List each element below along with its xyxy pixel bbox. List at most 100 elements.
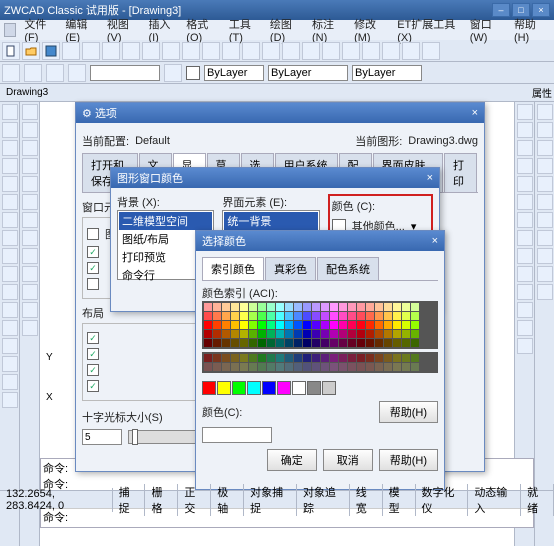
undo-button[interactable] [182,42,200,60]
palette-cell[interactable] [303,330,311,338]
ltb-table[interactable] [2,338,18,354]
color-ltgray[interactable] [322,381,336,395]
palette-cell[interactable] [366,339,374,347]
palette-cell[interactable] [330,363,338,371]
palette-cell[interactable] [321,354,329,362]
palette-cell[interactable] [222,312,230,320]
palette-cell[interactable] [276,312,284,320]
options-dialog-title[interactable]: ⚙ 选项 × [76,103,484,123]
rtb2-c[interactable] [517,140,533,156]
ltb-ray[interactable] [2,392,18,408]
palette-cell[interactable] [321,312,329,320]
palette-cell[interactable] [366,312,374,320]
palette-cell[interactable] [312,339,320,347]
status-lwt[interactable]: 线宽 [350,484,383,516]
palette-cell[interactable] [384,354,392,362]
palette-cell[interactable] [222,303,230,311]
palette-cell[interactable] [276,339,284,347]
palette-cell[interactable] [258,363,266,371]
palette-cell[interactable] [294,312,302,320]
palette-cell[interactable] [348,303,356,311]
palette-cell[interactable] [393,330,401,338]
palette-cell[interactable] [393,303,401,311]
palette-cell[interactable] [321,321,329,329]
tb-f[interactable] [402,42,420,60]
palette-cell[interactable] [294,339,302,347]
color-palette-main[interactable] [202,301,438,349]
palette-cell[interactable] [267,312,275,320]
redo-button[interactable] [202,42,220,60]
palette-cell[interactable] [321,363,329,371]
paste-button[interactable] [142,42,160,60]
palette-cell[interactable] [240,354,248,362]
tb2-b[interactable] [24,64,42,82]
palette-cell[interactable] [213,312,221,320]
rtb2-k[interactable] [517,284,533,300]
palette-cell[interactable] [249,321,257,329]
palette-cell[interactable] [240,312,248,320]
ltb2-j[interactable] [22,266,38,282]
status-otrack[interactable]: 对象追踪 [297,484,350,516]
palette-cell[interactable] [411,339,419,347]
palette-cell[interactable] [312,330,320,338]
ltb-spline[interactable] [2,230,18,246]
ltb-text[interactable] [2,284,18,300]
rtb2-f[interactable] [517,194,533,210]
palette-cell[interactable] [375,330,383,338]
tb-a[interactable] [302,42,320,60]
tb2-a[interactable] [2,64,20,82]
ltb-pline[interactable] [2,122,18,138]
palette-cell[interactable] [321,339,329,347]
palette-cell[interactable] [330,330,338,338]
rtb-c[interactable] [537,140,553,156]
status-polar[interactable]: 极轴 [211,484,244,516]
copy-button[interactable] [122,42,140,60]
palette-cell[interactable] [312,303,320,311]
color-magenta[interactable] [277,381,291,395]
palette-cell[interactable] [357,303,365,311]
palette-cell[interactable] [411,354,419,362]
palette-cell[interactable] [393,312,401,320]
palette-cell[interactable] [294,330,302,338]
palette-cell[interactable] [294,354,302,362]
chk-8[interactable]: ✓ [87,380,99,392]
tab-index-color[interactable]: 索引颜色 [202,257,264,280]
palette-cell[interactable] [249,312,257,320]
palette-cell[interactable] [204,303,212,311]
palette-cell[interactable] [249,303,257,311]
status-grid[interactable]: 栅格 [145,484,178,516]
palette-cell[interactable] [267,339,275,347]
match-button[interactable] [162,42,180,60]
palette-cell[interactable] [348,339,356,347]
palette-cell[interactable] [402,312,410,320]
rtb-a[interactable] [537,104,553,120]
color-gray[interactable] [307,381,321,395]
rtb2-b[interactable] [517,122,533,138]
palette-cell[interactable] [231,312,239,320]
palette-cell[interactable] [312,354,320,362]
palette-cell[interactable] [357,339,365,347]
palette-cell[interactable] [339,354,347,362]
doc-tab[interactable]: Drawing3 [6,87,48,98]
ltb-circle[interactable] [2,140,18,156]
palette-cell[interactable] [285,312,293,320]
palette-cell[interactable] [402,330,410,338]
palette-cell[interactable] [357,354,365,362]
palette-cell[interactable] [384,321,392,329]
palette-cell[interactable] [339,363,347,371]
palette-cell[interactable] [366,303,374,311]
status-osnap[interactable]: 对象捕捉 [244,484,297,516]
palette-cell[interactable] [240,363,248,371]
palette-cell[interactable] [204,363,212,371]
color-blue[interactable] [262,381,276,395]
lineweight-combo[interactable]: ByLayer [352,65,422,81]
ltb2-c[interactable] [22,140,38,156]
ltb2-g[interactable] [22,212,38,228]
palette-cell[interactable] [411,363,419,371]
palette-cell[interactable] [366,363,374,371]
palette-cell[interactable] [222,321,230,329]
palette-cell[interactable] [402,363,410,371]
ltb2-l[interactable] [22,302,38,318]
palette-cell[interactable] [258,354,266,362]
palette-cell[interactable] [213,321,221,329]
